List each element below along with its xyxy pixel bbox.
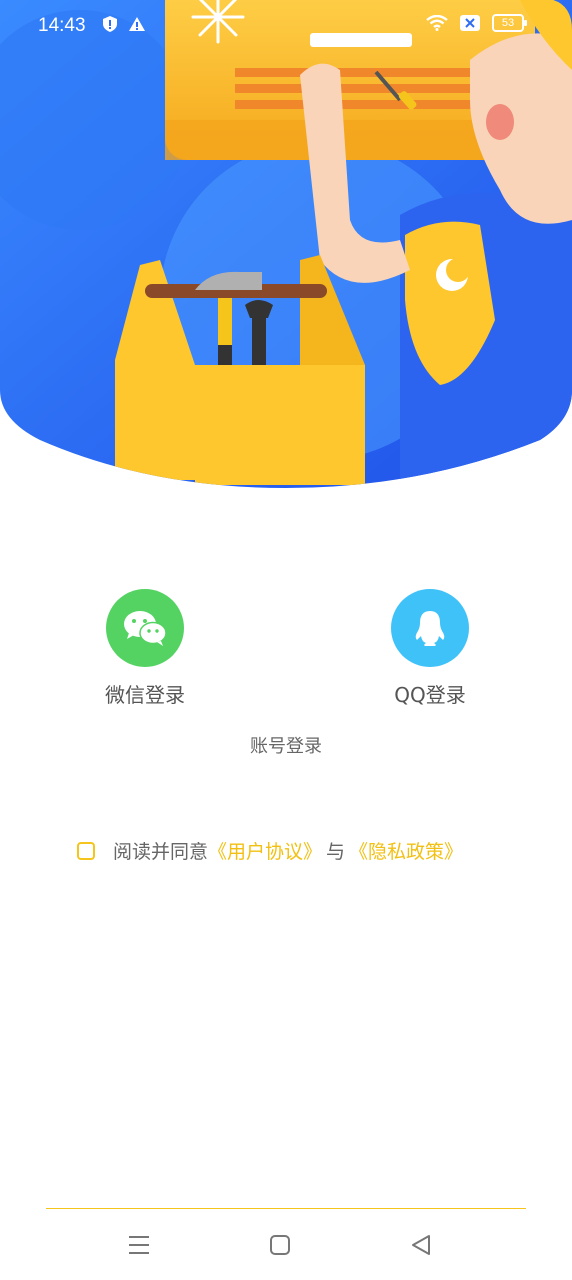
hero-illustration bbox=[0, 0, 572, 490]
qq-login-button[interactable] bbox=[391, 589, 469, 667]
wifi-icon bbox=[426, 15, 448, 31]
wechat-login-button[interactable] bbox=[106, 589, 184, 667]
status-right-icons: 53 bbox=[426, 14, 527, 32]
agreement-conjunction: 与 bbox=[326, 841, 346, 863]
privacy-policy-link[interactable]: 《隐私政策》 bbox=[349, 837, 463, 864]
status-time: 14:43 bbox=[38, 15, 86, 36]
wechat-login-label[interactable]: 微信登录 bbox=[80, 679, 210, 708]
wechat-login[interactable]: 微信登录 bbox=[80, 589, 210, 708]
system-nav-bar bbox=[0, 1222, 572, 1268]
menu-icon[interactable] bbox=[126, 1232, 152, 1258]
nav-divider bbox=[46, 1208, 526, 1209]
account-login-link[interactable]: 账号登录 bbox=[0, 732, 572, 758]
agreement-checkbox[interactable] bbox=[77, 841, 95, 860]
qq-login[interactable]: QQ登录 bbox=[365, 589, 495, 708]
status-left-icons bbox=[102, 15, 146, 33]
qq-login-label[interactable]: QQ登录 bbox=[365, 679, 495, 708]
status-bar: 14:43 53 bbox=[0, 0, 572, 52]
battery-icon: 53 bbox=[492, 14, 527, 32]
agreement-row: 阅读并同意 《用户协议》 与 《隐私政策》 bbox=[77, 837, 463, 864]
user-agreement-link[interactable]: 《用户协议》 bbox=[208, 837, 322, 864]
home-icon[interactable] bbox=[267, 1232, 293, 1258]
shield-icon bbox=[103, 16, 117, 32]
warning-icon bbox=[129, 17, 145, 31]
back-icon[interactable] bbox=[408, 1232, 434, 1258]
sim-x-icon bbox=[460, 15, 480, 31]
agreement-prefix: 阅读并同意 bbox=[113, 841, 209, 863]
qq-penguin-icon bbox=[415, 611, 445, 646]
battery-level: 53 bbox=[501, 17, 515, 29]
wechat-icon bbox=[124, 611, 167, 646]
